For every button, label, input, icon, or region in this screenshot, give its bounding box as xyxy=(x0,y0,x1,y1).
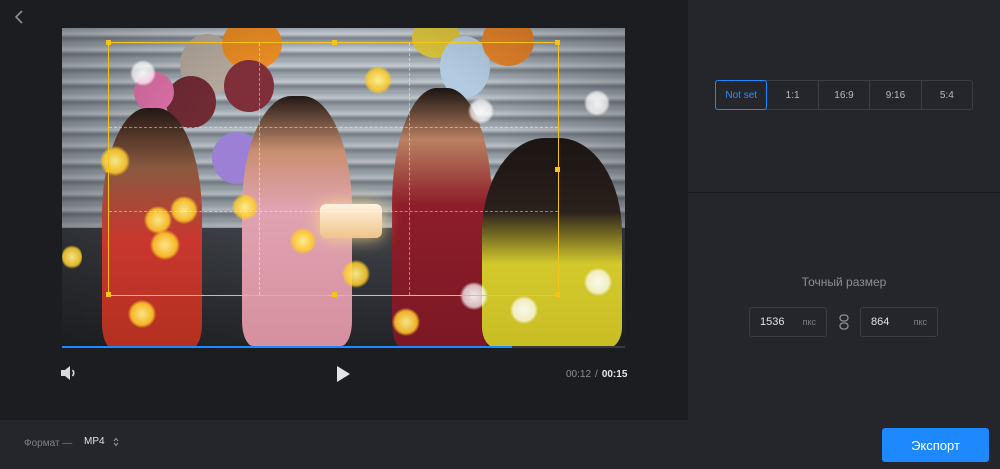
chevron-left-icon xyxy=(14,10,23,24)
height-unit: пкс xyxy=(913,317,927,327)
width-field[interactable]: 1536 пкс xyxy=(749,307,827,337)
crop-handle-top[interactable] xyxy=(332,40,337,45)
crop-handle-top-right[interactable] xyxy=(555,40,560,45)
bokeh-light xyxy=(510,296,538,324)
crop-handle-left[interactable] xyxy=(106,167,111,172)
crop-handle-top-left[interactable] xyxy=(106,40,111,45)
time-total: 00:15 xyxy=(601,369,628,380)
volume-button[interactable] xyxy=(60,365,80,383)
play-button[interactable] xyxy=(334,364,354,384)
bottom-bar xyxy=(0,420,1000,469)
width-value: 1536 xyxy=(760,316,785,328)
ratio-option[interactable]: 16:9 xyxy=(819,81,871,109)
crop-gridline xyxy=(109,127,558,128)
bokeh-light xyxy=(62,244,82,270)
link-icon xyxy=(839,314,849,330)
volume-icon xyxy=(61,366,75,380)
exact-size-title: Точный размер xyxy=(801,275,887,289)
export-button[interactable]: Экспорт xyxy=(882,428,989,462)
bokeh-light xyxy=(392,308,420,336)
crop-handle-bottom-left[interactable] xyxy=(106,292,111,297)
crop-gridline xyxy=(109,211,558,212)
height-field[interactable]: 864 пкс xyxy=(860,307,938,337)
updown-chevron-icon xyxy=(113,437,118,446)
timeline-track[interactable] xyxy=(62,346,625,348)
crop-handle-right[interactable] xyxy=(555,167,560,172)
ratio-option[interactable]: 1:1 xyxy=(767,81,819,109)
format-label: Формат — xyxy=(24,438,73,449)
settings-divider xyxy=(688,192,1000,193)
ratio-option[interactable]: 5:4 xyxy=(922,81,972,109)
crop-gridline xyxy=(259,43,260,295)
ratio-option[interactable]: 9:16 xyxy=(870,81,922,109)
height-value: 864 xyxy=(871,316,890,328)
time-separator: / xyxy=(595,369,598,380)
bokeh-light xyxy=(128,300,156,328)
play-icon xyxy=(337,366,350,382)
bokeh-light xyxy=(584,268,612,296)
aspect-lock-button[interactable] xyxy=(838,314,850,330)
settings-pane xyxy=(688,0,1000,420)
crop-gridline xyxy=(409,43,410,295)
format-select[interactable]: MP4 xyxy=(84,436,119,447)
time-display: 00:12/00:15 xyxy=(566,369,627,380)
timeline-progress xyxy=(62,346,513,348)
back-button[interactable] xyxy=(8,6,30,28)
aspect-ratio-selector: Not set 1:1 16:9 9:16 5:4 xyxy=(715,80,973,110)
ratio-option[interactable]: Not set xyxy=(715,80,768,110)
time-current: 00:12 xyxy=(566,369,592,380)
format-value: MP4 xyxy=(84,436,105,447)
width-unit: пкс xyxy=(802,317,816,327)
crop-handle-bottom[interactable] xyxy=(332,292,337,297)
bokeh-light xyxy=(584,90,610,116)
crop-handle-bottom-right[interactable] xyxy=(555,292,560,297)
crop-frame[interactable] xyxy=(106,40,560,297)
